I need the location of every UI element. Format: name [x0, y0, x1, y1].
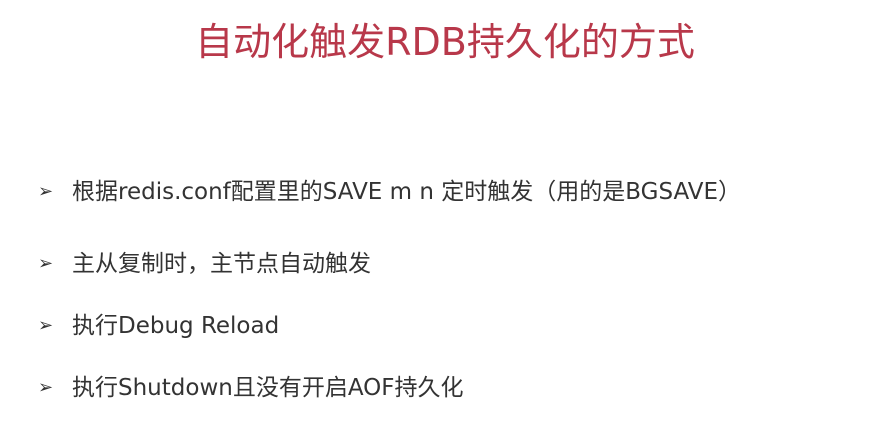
list-item: ➢ 执行Shutdown且没有开启AOF持久化: [38, 368, 464, 408]
list-item: ➢ 执行Debug Reload: [38, 306, 279, 346]
slide: 自动化触发RDB持久化的方式 ➢ 根据redis.conf配置里的SAVE m …: [0, 0, 890, 429]
arrow-bullet-icon: ➢: [38, 181, 54, 202]
list-item: ➢ 根据redis.conf配置里的SAVE m n 定时触发（用的是BGSAV…: [38, 172, 741, 212]
list-item-text: 执行Debug Reload: [72, 313, 280, 339]
list-item: ➢ 主从复制时，主节点自动触发: [38, 244, 371, 284]
arrow-bullet-icon: ➢: [38, 315, 54, 336]
slide-title: 自动化触发RDB持久化的方式: [195, 20, 695, 64]
list-item-text: 根据redis.conf配置里的SAVE m n 定时触发（用的是BGSAVE）: [72, 179, 741, 205]
list-item-text: 执行Shutdown且没有开启AOF持久化: [72, 375, 464, 401]
arrow-bullet-icon: ➢: [38, 377, 54, 398]
list-item-text: 主从复制时，主节点自动触发: [72, 251, 371, 277]
arrow-bullet-icon: ➢: [38, 253, 54, 274]
